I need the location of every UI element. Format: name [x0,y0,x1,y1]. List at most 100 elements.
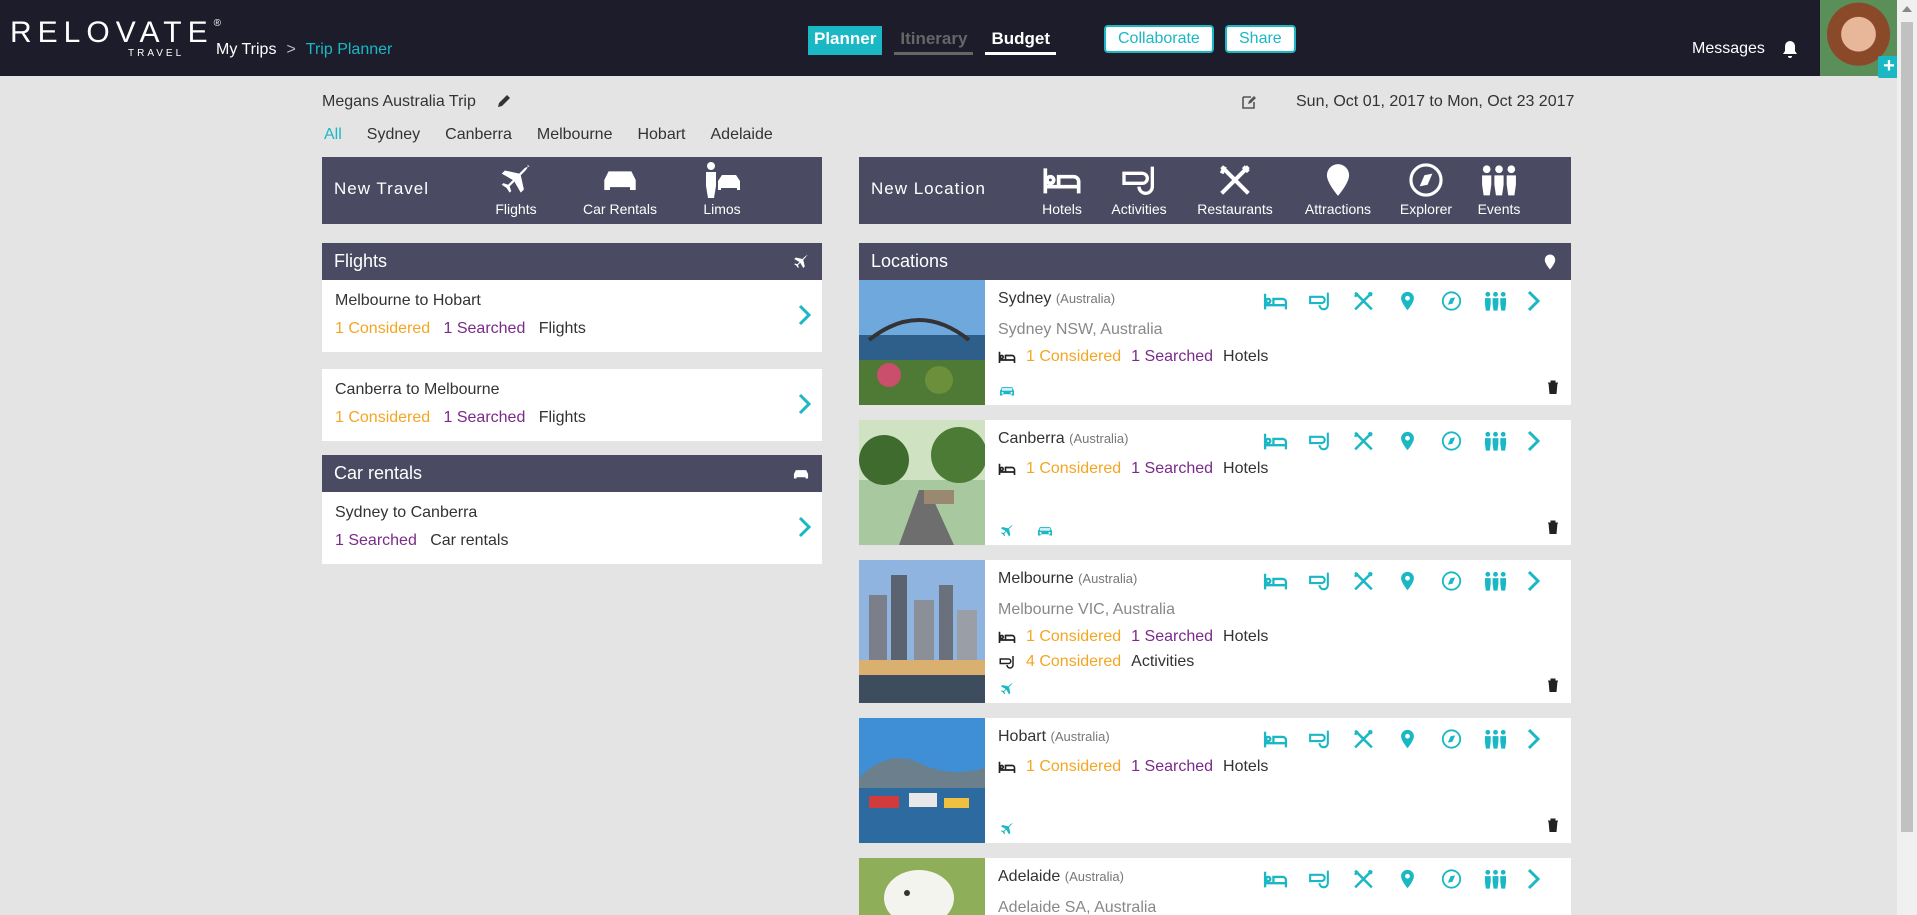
people-icon[interactable] [1483,570,1508,592]
messages-link[interactable]: Messages [1692,40,1765,58]
city-tab-sydney[interactable]: Sydney [367,126,420,144]
considered-count[interactable]: 1 Considered [1026,758,1121,776]
edit-dates-icon[interactable] [1241,94,1257,110]
city-tab-canberra[interactable]: Canberra [445,126,512,144]
flight-card[interactable]: Canberra to Melbourne 1 Considered 1 Sea… [322,369,822,441]
plane-icon[interactable] [998,681,1016,697]
bell-icon[interactable] [1779,38,1801,60]
chevron-right-icon[interactable] [1527,430,1541,452]
new-events-button[interactable]: Events [1459,161,1539,217]
searched-count[interactable]: 1 Searched [1131,460,1213,478]
breadcrumb-my-trips[interactable]: My Trips [216,41,276,59]
people-icon[interactable] [1483,430,1508,452]
cutlery-icon[interactable] [1351,430,1376,452]
considered-count[interactable]: 1 Considered [1026,460,1121,478]
relovate-logo[interactable]: RELOVATE® TRAVEL [10,18,221,60]
tab-budget[interactable]: Budget [985,26,1056,55]
compass-icon[interactable] [1439,290,1464,312]
bed-icon[interactable] [1263,728,1288,750]
searched-count[interactable]: 1 Searched [1131,348,1213,366]
chevron-right-icon[interactable] [798,393,812,415]
considered-count[interactable]: 1 Considered [335,409,430,426]
trash-icon[interactable] [1547,520,1559,534]
scrollbar-thumb[interactable] [1901,22,1913,832]
new-limos-button[interactable]: Limos [682,161,762,217]
new-explorer-button[interactable]: Explorer [1386,161,1466,217]
bed-icon[interactable] [1263,430,1288,452]
considered-count[interactable]: 4 Considered [1026,653,1121,671]
snorkel-icon[interactable] [1307,570,1332,592]
chevron-right-icon[interactable] [1527,728,1541,750]
breadcrumb-trip-planner[interactable]: Trip Planner [306,41,393,59]
cutlery-icon[interactable] [1351,728,1376,750]
car-icon[interactable] [1036,523,1054,539]
location-card[interactable]: Adelaide (Australia) Adelaide SA, Austra… [859,858,1571,915]
compass-icon[interactable] [1439,868,1464,890]
city-tab-adelaide[interactable]: Adelaide [711,126,773,144]
considered-count[interactable]: 1 Considered [1026,628,1121,646]
new-hotels-button[interactable]: Hotels [1022,161,1102,217]
tab-itinerary[interactable]: Itinerary [894,26,974,55]
scroll-up-arrow-icon[interactable] [1902,6,1912,12]
new-flights-button[interactable]: Flights [476,161,556,217]
page-scrollbar[interactable] [1897,0,1917,915]
bed-icon[interactable] [1263,290,1288,312]
city-tab-all[interactable]: All [324,126,342,144]
chevron-right-icon[interactable] [1527,290,1541,312]
searched-count[interactable]: 1 Searched [1131,758,1213,776]
map-pin-icon[interactable] [1395,290,1420,312]
snorkel-icon[interactable] [1307,868,1332,890]
chevron-right-icon[interactable] [1527,868,1541,890]
new-restaurants-button[interactable]: Restaurants [1195,161,1275,217]
city-tab-hobart[interactable]: Hobart [637,126,685,144]
cutlery-icon[interactable] [1351,868,1376,890]
snorkel-icon[interactable] [1307,290,1332,312]
searched-count[interactable]: 1 Searched [444,409,526,426]
chevron-right-icon[interactable] [798,516,812,538]
searched-count[interactable]: 1 Searched [1131,628,1213,646]
new-car-rentals-button[interactable]: Car Rentals [580,161,660,217]
cutlery-icon[interactable] [1351,570,1376,592]
map-pin-icon[interactable] [1395,430,1420,452]
location-card[interactable]: Hobart (Australia) 1 Considered 1 Search… [859,718,1571,843]
map-pin-icon[interactable] [1395,868,1420,890]
snorkel-icon[interactable] [1307,430,1332,452]
map-pin-icon[interactable] [1395,728,1420,750]
location-card[interactable]: Sydney (Australia) Sydney NSW, Australia… [859,280,1571,405]
people-icon[interactable] [1483,290,1508,312]
compass-icon[interactable] [1439,430,1464,452]
trash-icon[interactable] [1547,818,1559,832]
trash-icon[interactable] [1547,380,1559,394]
considered-count[interactable]: 1 Considered [335,320,430,337]
bed-icon[interactable] [1263,570,1288,592]
chevron-right-icon[interactable] [1527,570,1541,592]
plane-icon[interactable] [998,523,1016,539]
people-icon[interactable] [1483,868,1508,890]
chevron-right-icon[interactable] [798,304,812,326]
compass-icon[interactable] [1439,728,1464,750]
new-attractions-button[interactable]: Attractions [1298,161,1378,217]
city-tab-melbourne[interactable]: Melbourne [537,126,613,144]
searched-count[interactable]: 1 Searched [335,532,417,549]
location-card[interactable]: Melbourne (Australia) Melbourne VIC, Aus… [859,560,1571,703]
bed-icon[interactable] [1263,868,1288,890]
snorkel-icon[interactable] [1307,728,1332,750]
car-rental-card[interactable]: Sydney to Canberra 1 Searched Car rental… [322,492,822,564]
car-icon[interactable] [998,383,1016,399]
avatar[interactable]: + [1820,0,1900,78]
tab-planner[interactable]: Planner [808,26,883,55]
cutlery-icon[interactable] [1351,290,1376,312]
collaborate-button[interactable]: Collaborate [1104,25,1214,53]
new-activities-button[interactable]: Activities [1099,161,1179,217]
trash-icon[interactable] [1547,678,1559,692]
considered-count[interactable]: 1 Considered [1026,348,1121,366]
location-card[interactable]: Canberra (Australia) 1 Considered 1 Sear… [859,420,1571,545]
searched-count[interactable]: 1 Searched [444,320,526,337]
plane-icon[interactable] [998,821,1016,837]
people-icon[interactable] [1483,728,1508,750]
map-pin-icon[interactable] [1395,570,1420,592]
flight-card[interactable]: Melbourne to Hobart 1 Considered 1 Searc… [322,280,822,352]
edit-pencil-icon[interactable] [496,93,512,109]
share-button[interactable]: Share [1225,25,1296,53]
compass-icon[interactable] [1439,570,1464,592]
